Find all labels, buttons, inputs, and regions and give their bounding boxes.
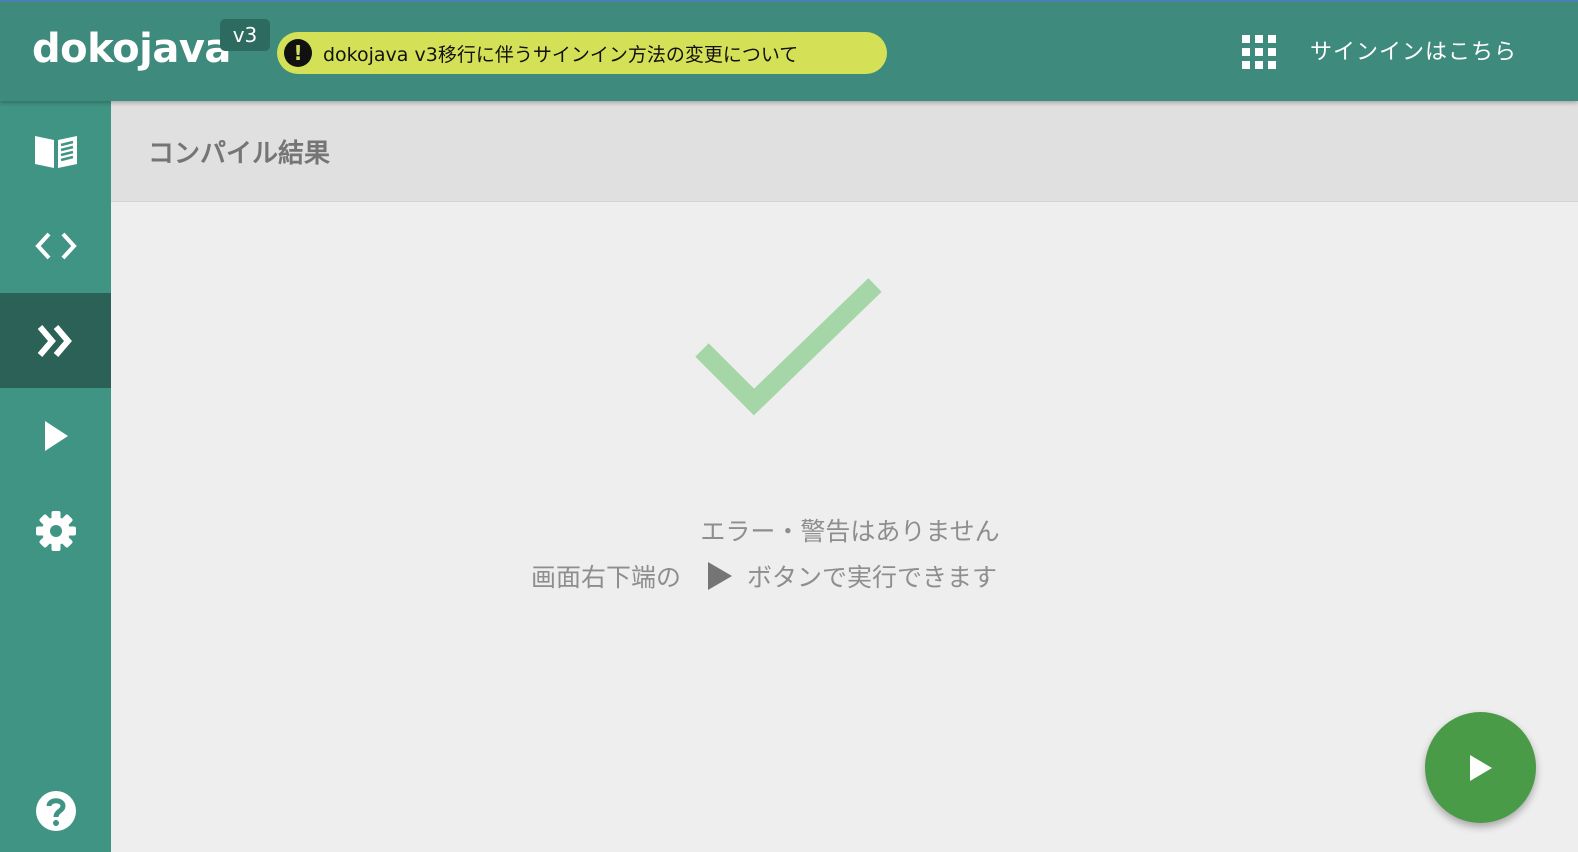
sidebar-item-compile[interactable]: [0, 293, 111, 388]
code-icon: [34, 232, 77, 259]
play-triangle-icon: [708, 562, 733, 590]
compile-icon: [37, 324, 72, 357]
run-hint-before: 画面右下端の: [531, 563, 682, 592]
checkmark-icon: [695, 278, 882, 416]
app-header: dokojava v3 ! dokojava v3移行に伴うサインイン方法の変更…: [0, 0, 1578, 101]
logo[interactable]: dokojava: [32, 26, 231, 72]
sidebar: [0, 101, 111, 852]
sidebar-item-help[interactable]: [0, 763, 111, 852]
exclamation-icon: !: [284, 39, 312, 67]
content-header: コンパイル結果: [111, 101, 1578, 202]
play-icon: [44, 420, 68, 451]
gear-icon: [35, 510, 76, 551]
run-button[interactable]: [1425, 712, 1536, 823]
page-title: コンパイル結果: [148, 139, 331, 169]
notice-text: dokojava v3移行に伴うサインイン方法の変更について: [323, 43, 799, 66]
sidebar-item-settings[interactable]: [0, 483, 111, 578]
run-hint-message: 画面右下端の ボタンで実行できます: [531, 558, 1051, 594]
notice-banner[interactable]: ! dokojava v3移行に伴うサインイン方法の変更について: [277, 32, 887, 74]
play-icon: [1469, 754, 1492, 781]
run-hint-after: ボタンで実行できます: [747, 563, 998, 592]
top-accent-line: [0, 0, 1578, 2]
signin-link[interactable]: サインインはこちら: [1310, 34, 1517, 66]
sidebar-item-run[interactable]: [0, 388, 111, 483]
sidebar-item-code[interactable]: [0, 198, 111, 293]
help-icon: [35, 790, 76, 831]
version-badge: v3: [220, 19, 270, 51]
sidebar-item-book[interactable]: [0, 103, 111, 198]
apps-grid-icon[interactable]: [1242, 35, 1276, 69]
no-errors-message: エラー・警告はありません: [700, 517, 1000, 546]
book-icon: [34, 135, 77, 168]
